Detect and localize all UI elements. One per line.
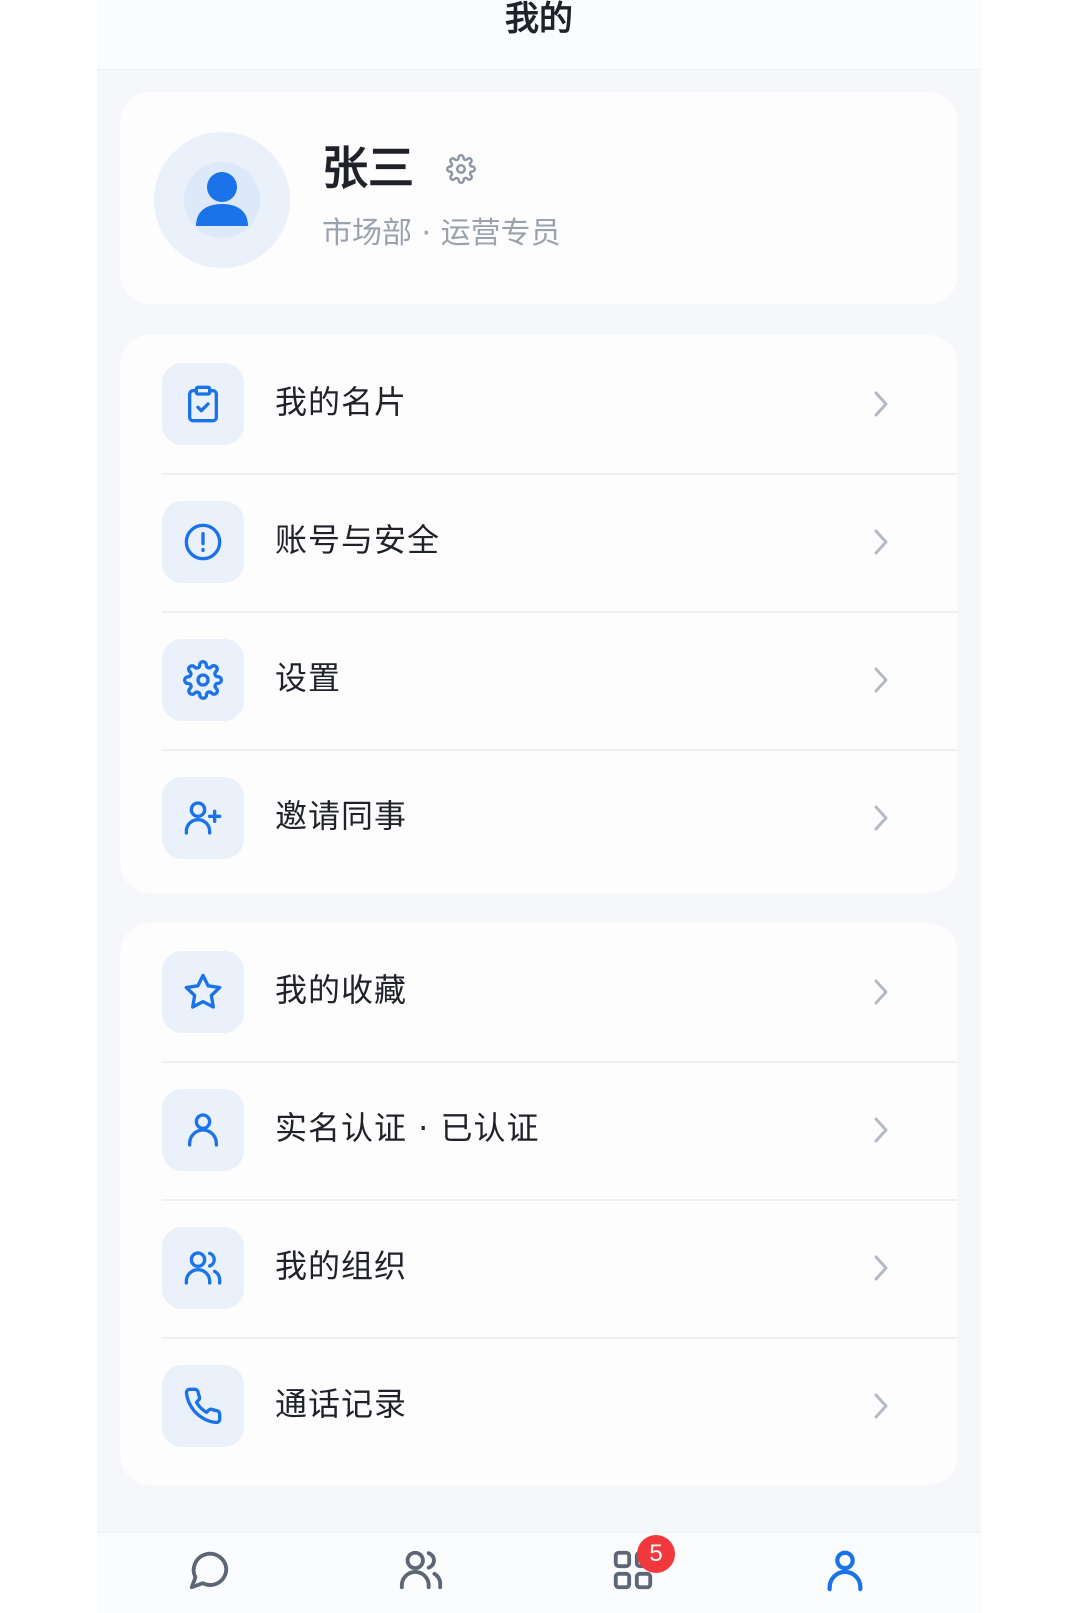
menu-item-real-name-verification[interactable]: 实名认证 · 已认证 [120, 1061, 958, 1201]
page-title: 我的 [505, 0, 573, 39]
star-icon [184, 973, 222, 1009]
menu-item-favorites[interactable]: 我的收藏 [120, 923, 958, 1063]
menu-item-call-records[interactable]: 通话记录 [120, 1337, 958, 1477]
menu-group-2: 我的收藏 实名认证 · 已认证 我的组织 通话记录 [120, 923, 958, 1485]
menu-label: 账号与安全 [275, 521, 441, 559]
menu-item-invite-colleague[interactable]: 邀请同事 [120, 749, 958, 889]
menu-item-business-card[interactable]: 我的名片 [120, 335, 958, 475]
user-department: 市场部 · 运营专员 [322, 216, 561, 251]
user-plus-icon [184, 801, 222, 835]
chevron-right-icon [874, 805, 888, 831]
menu-item-settings[interactable]: 设置 [120, 611, 958, 751]
clipboard-check-icon [188, 385, 218, 423]
gear-icon [183, 660, 223, 700]
chevron-right-icon [874, 1393, 888, 1419]
avatar[interactable] [154, 132, 290, 268]
nav-bar: 我的 [97, 0, 981, 70]
menu-item-account-security[interactable]: 账号与安全 [120, 473, 958, 613]
chevron-right-icon [874, 1117, 888, 1143]
contacts-icon [399, 1550, 443, 1590]
tab-profile[interactable] [815, 1543, 875, 1603]
tab-contacts[interactable] [391, 1543, 451, 1603]
chevron-right-icon [874, 391, 888, 417]
menu-group-1: 我的名片 账号与安全 设置 邀请同事 [120, 335, 958, 893]
menu-item-my-organization[interactable]: 我的组织 [120, 1199, 958, 1339]
chevron-right-icon [874, 529, 888, 555]
menu-label: 邀请同事 [275, 797, 408, 835]
bottom-tab-bar: 5 [97, 1532, 981, 1613]
chevron-right-icon [874, 667, 888, 693]
menu-label: 我的名片 [275, 383, 408, 421]
menu-label: 实名认证 · 已认证 [275, 1109, 540, 1147]
alert-circle-icon [184, 523, 222, 561]
profile-settings-icon[interactable] [446, 154, 476, 184]
tab-messages[interactable] [179, 1543, 239, 1603]
users-icon [184, 1251, 222, 1285]
app-screen: 我的 张三 市场部 · 运营专员 我的名片 账号与安全 设置 邀请同事 我的收藏… [97, 0, 981, 1613]
chevron-right-icon [874, 979, 888, 1005]
notification-badge: 5 [637, 1535, 675, 1573]
menu-label: 我的收藏 [275, 971, 408, 1009]
phone-icon [184, 1387, 222, 1425]
menu-label: 设置 [275, 659, 342, 697]
user-icon [188, 1113, 218, 1147]
menu-label: 我的组织 [275, 1247, 408, 1285]
profile-card[interactable]: 张三 市场部 · 运营专员 [120, 92, 958, 304]
user-name: 张三 [322, 141, 414, 195]
chevron-right-icon [874, 1255, 888, 1281]
profile-icon [827, 1550, 863, 1592]
menu-label: 通话记录 [275, 1385, 408, 1423]
avatar-person-icon [196, 172, 248, 226]
chat-bubble-icon [189, 1551, 229, 1590]
tab-workbench[interactable]: 5 [603, 1535, 675, 1603]
